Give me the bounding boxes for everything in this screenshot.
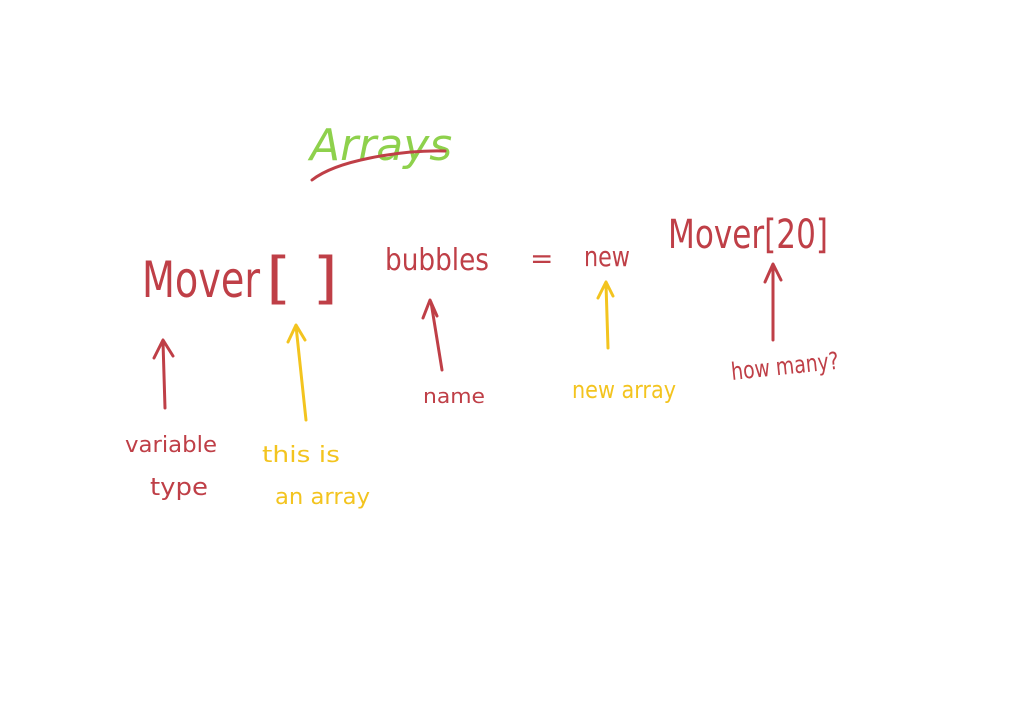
type-text: Mover [142,251,260,309]
label-how-many: how many? [730,347,840,386]
label-variable: variable [125,433,217,458]
arrow-variable-type [152,338,175,410]
label-new-array: new array [572,376,676,404]
new-keyword-text: new [584,240,630,273]
label-this-is: this is [262,443,340,468]
title-text: Arrays [307,120,452,171]
arrow-name [421,298,444,372]
variable-name-text: bubbles [385,243,489,278]
label-type: type [150,473,208,501]
constructor-text: Mover[20] [668,212,828,258]
equals-sign: = [530,242,553,275]
arrow-how-many [763,262,783,342]
whiteboard-canvas: Arrays Mover [ ] bubbles = new Mover[20]… [125,120,840,510]
label-name: name [423,384,485,408]
arrow-this-is-an-array [286,323,308,422]
label-an-array: an array [275,485,370,510]
arrow-new-array [596,280,615,350]
array-brackets-text: [ ] [266,246,338,311]
